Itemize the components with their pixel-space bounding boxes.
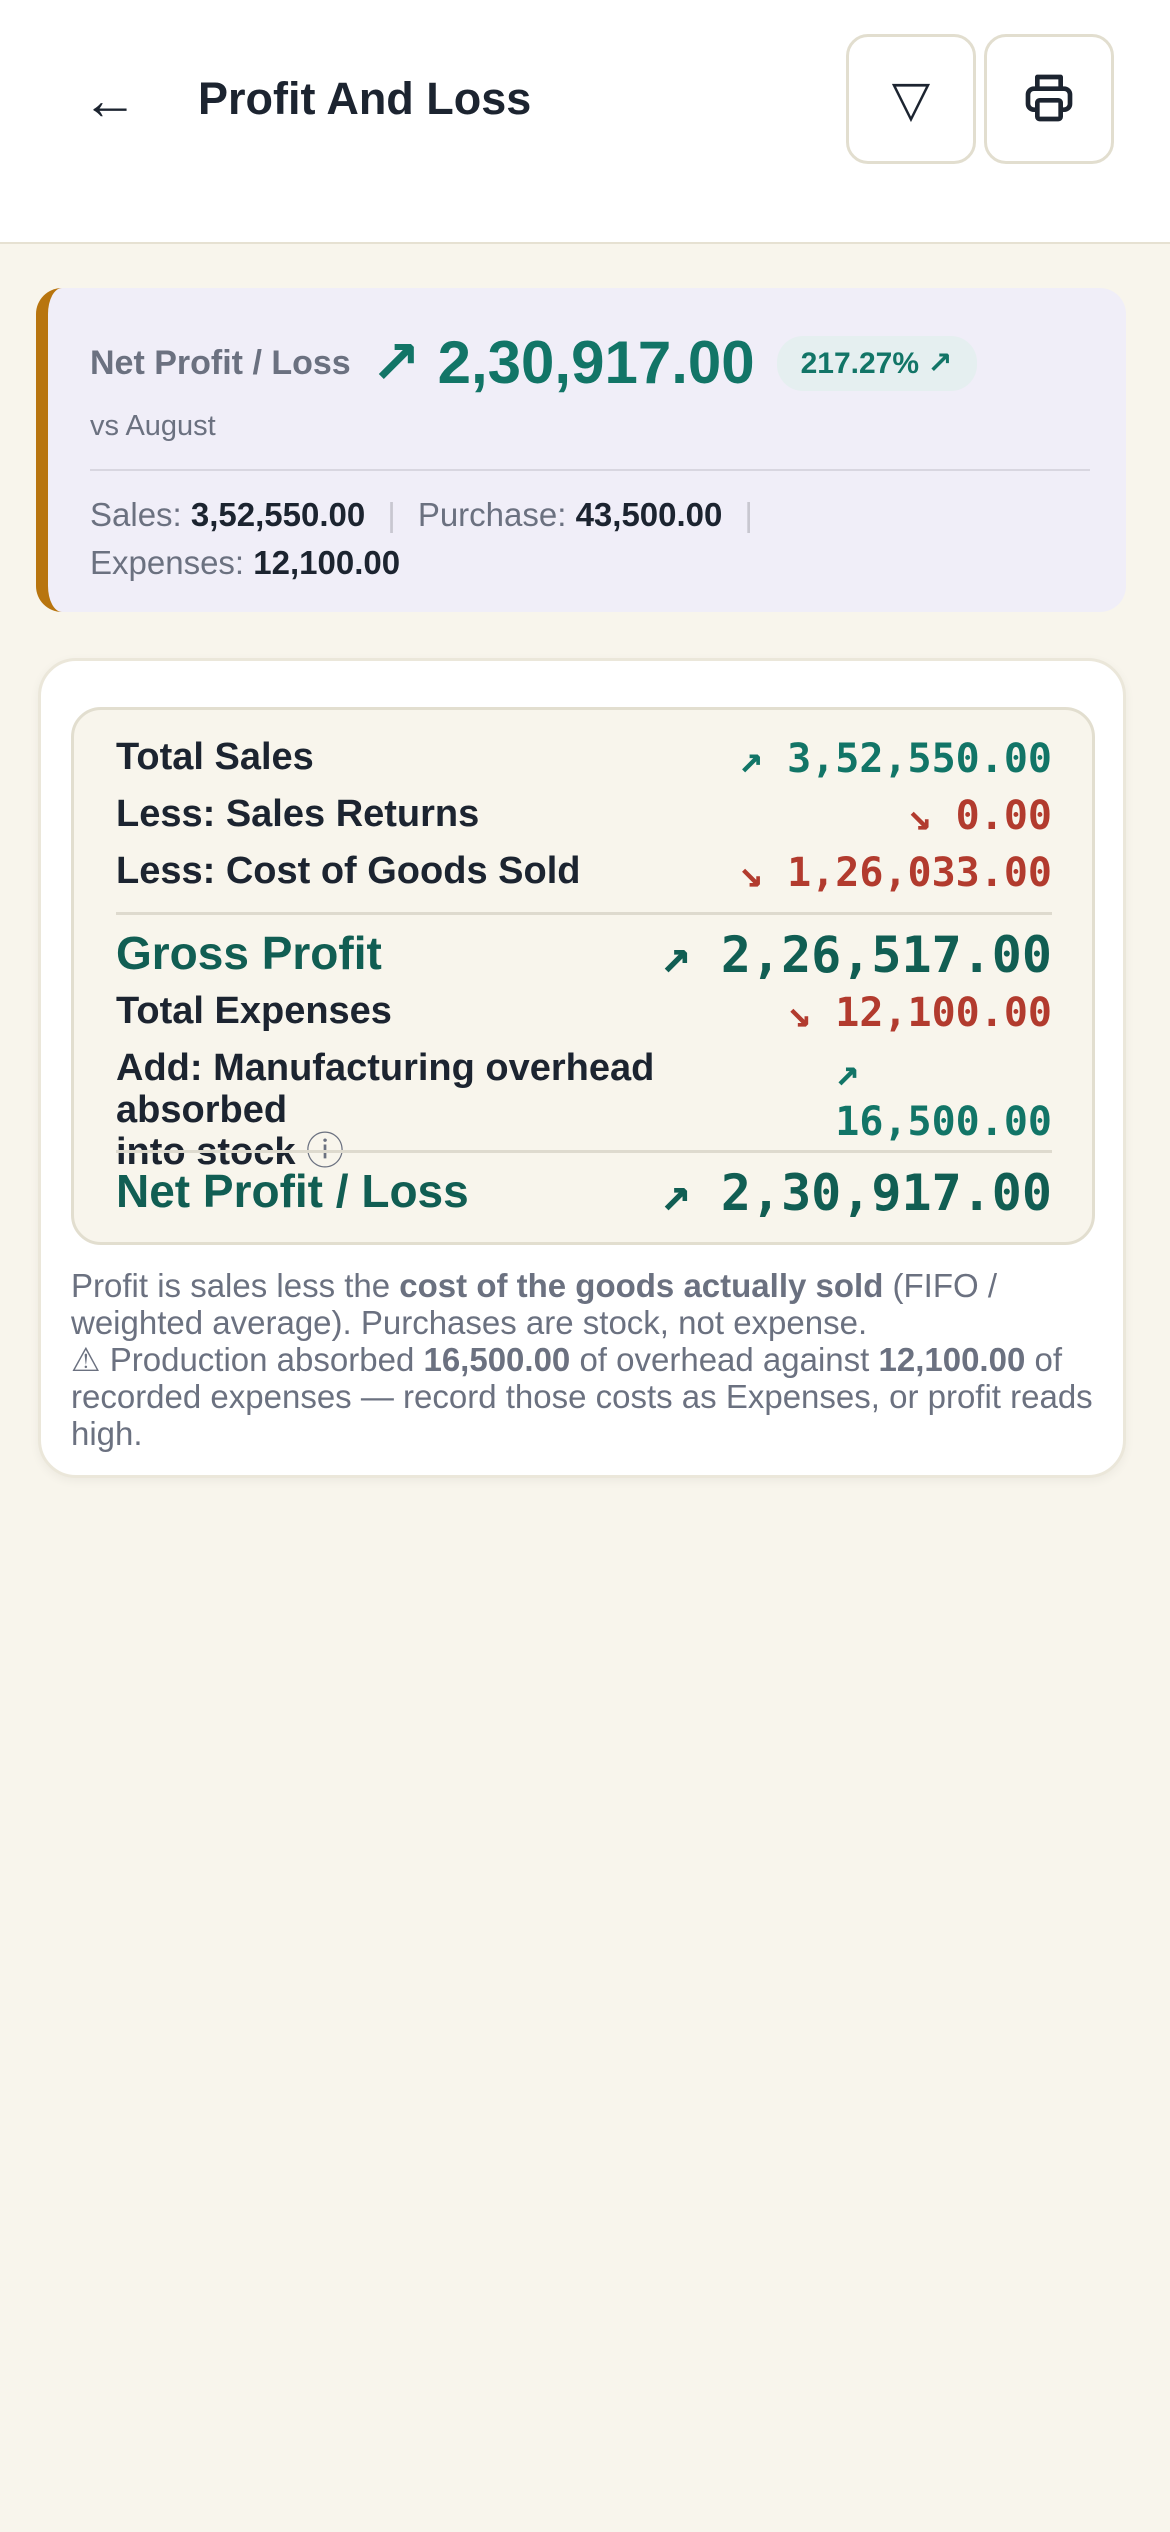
statement-row-sales-returns: Less: Sales Returns ↘ 0.00 xyxy=(116,793,1052,839)
row-value: ↗ 2,30,917.00 xyxy=(660,1164,1052,1222)
row-label: Net Profit / Loss xyxy=(116,1165,469,1217)
statement-row-total-expenses: Total Expenses ↘ 12,100.00 xyxy=(116,990,1052,1036)
summary-net-value: ↗ 2,30,917.00 xyxy=(370,329,755,396)
row-divider xyxy=(116,912,1052,915)
row-label: Total Sales xyxy=(116,736,314,778)
overhead-value: 16,500.00 xyxy=(835,1099,1052,1145)
note-paragraph-2-warning: ⚠ Production absorbed 16,500.00 of overh… xyxy=(71,1341,1101,1452)
separator: | xyxy=(387,496,396,533)
change-percentage-badge: 217.27% ↗ xyxy=(776,335,977,391)
back-arrow-icon[interactable]: ← xyxy=(70,60,150,140)
purchase-label: Purchase: xyxy=(417,496,567,533)
net-profit-summary-card: Net Profit / Loss ↗ 2,30,917.00 217.27% … xyxy=(36,288,1126,612)
summary-label: Net Profit / Loss xyxy=(90,343,351,382)
print-button[interactable] xyxy=(984,34,1114,164)
sales-value: 3,52,550.00 xyxy=(190,496,366,533)
row-label: Total Expenses xyxy=(116,990,392,1032)
note-text: ⚠ Production absorbed xyxy=(71,1341,424,1378)
overhead-label-line1: Add: Manufacturing overhead absorbed xyxy=(116,1047,655,1131)
filter-button[interactable]: ▽ xyxy=(846,34,976,164)
page-title: Profit And Loss xyxy=(198,73,532,124)
statement-row-net-profit: Net Profit / Loss ↗ 2,30,917.00 xyxy=(116,1164,1052,1222)
filter-icon: ▽ xyxy=(891,71,931,127)
row-value: ↗ 3,52,550.00 xyxy=(738,736,1052,782)
summary-breakdown: Sales: 3,52,550.00 | Purchase: 43,500.00 | … xyxy=(90,491,1090,587)
row-label: Less: Sales Returns xyxy=(116,793,480,835)
statement-row-total-sales: Total Sales ↗ 3,52,550.00 xyxy=(116,736,1052,782)
row-label: Less: Cost of Goods Sold xyxy=(116,850,581,892)
row-value: ↘ 0.00 xyxy=(907,793,1053,839)
app-header: ← Profit And Loss ▽ xyxy=(0,0,1170,244)
note-paragraph-1: Profit is sales less the cost of the goo… xyxy=(71,1267,1101,1341)
statement-row-cogs: Less: Cost of Goods Sold ↘ 1,26,033.00 xyxy=(116,850,1052,896)
row-divider xyxy=(116,1150,1052,1153)
sales-label: Sales: xyxy=(90,496,182,533)
printer-icon xyxy=(1021,70,1077,129)
row-label: Add: Manufacturing overhead absorbed int… xyxy=(116,1047,835,1173)
statement-row-gross-profit: Gross Profit ↗ 2,26,517.00 xyxy=(116,926,1052,984)
comparison-period: vs August xyxy=(90,410,216,442)
row-value: ↗ 2,26,517.00 xyxy=(660,926,1052,984)
explanatory-note: Profit is sales less the cost of the goo… xyxy=(71,1267,1101,1452)
purchase-value: 43,500.00 xyxy=(575,496,723,533)
note-emphasis: 16,500.00 xyxy=(423,1341,571,1378)
expenses-label: Expenses: xyxy=(90,544,245,581)
separator: | xyxy=(744,496,753,533)
row-value: ↘ 1,26,033.00 xyxy=(738,850,1052,896)
row-label: Gross Profit xyxy=(116,927,382,979)
expenses-value: 12,100.00 xyxy=(253,544,401,581)
summary-divider xyxy=(90,469,1090,471)
statement-row-overhead: Add: Manufacturing overhead absorbed int… xyxy=(116,1047,1052,1173)
profit-loss-statement-card: Total Sales ↗ 3,52,550.00 Less: Sales Re… xyxy=(38,658,1126,1478)
overhead-arrow: ↗ xyxy=(835,1049,860,1095)
note-text: Profit is sales less the xyxy=(71,1267,400,1304)
statement-table: Total Sales ↗ 3,52,550.00 Less: Sales Re… xyxy=(71,707,1095,1245)
row-value: ↘ 12,100.00 xyxy=(787,990,1052,1036)
note-emphasis: cost of the goods actually sold xyxy=(399,1267,884,1304)
note-emphasis: 12,100.00 xyxy=(878,1341,1026,1378)
row-value: ↗ 16,500.00 xyxy=(835,1047,1052,1173)
note-text: of overhead against xyxy=(570,1341,879,1378)
